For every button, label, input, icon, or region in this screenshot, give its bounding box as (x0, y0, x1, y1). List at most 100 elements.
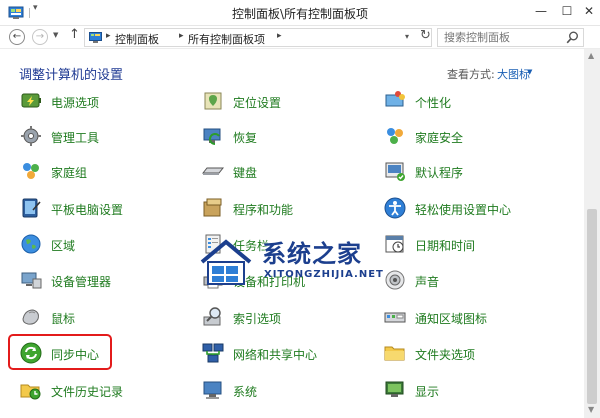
cp-item-mouse[interactable]: 鼠标 (19, 303, 199, 333)
search-icon[interactable] (566, 31, 579, 44)
item-label: 声音 (415, 275, 440, 289)
device-manager-icon (21, 272, 42, 289)
item-label: 定位设置 (233, 96, 282, 110)
item-label: 显示 (415, 385, 440, 399)
recent-locations-icon[interactable]: ▼ (53, 31, 58, 39)
cp-item-date-time[interactable]: 日期和时间 (383, 230, 563, 260)
family-safety-icon (387, 128, 403, 144)
up-button[interactable]: ↑ (69, 27, 80, 42)
cp-item-system[interactable]: 系统 (201, 376, 381, 406)
cp-item-default-programs[interactable]: 默认程序 (383, 157, 563, 187)
item-label: 日期和时间 (415, 239, 476, 253)
watermark-subtext: XITONGZHIJIA.NET (264, 269, 384, 280)
item-label: 恢复 (233, 131, 258, 145)
item-label: 电源选项 (51, 96, 100, 110)
cp-item-location-settings[interactable]: 定位设置 (201, 87, 381, 117)
ease-of-access-icon (384, 197, 406, 219)
file-history-icon (20, 384, 41, 400)
cp-item-network-sharing[interactable]: 网络和共享中心 (201, 339, 381, 369)
cp-item-power-options[interactable]: 电源选项 (19, 87, 199, 117)
item-label: 个性化 (415, 96, 452, 110)
cp-item-recovery[interactable]: 恢复 (201, 122, 381, 152)
cp-item-folder-options[interactable]: 文件夹选项 (383, 339, 563, 369)
watermark-logo-icon (200, 239, 252, 285)
notification-icons-icon (384, 312, 406, 323)
cp-item-keyboard[interactable]: 键盘 (201, 157, 381, 187)
breadcrumb-item-all-items[interactable]: 所有控制面板项 (188, 31, 265, 47)
cp-item-ease-of-access[interactable]: 轻松使用设置中心 (383, 194, 563, 224)
chevron-down-icon[interactable]: ▼ (527, 68, 532, 76)
refresh-icon[interactable]: ↻ (420, 28, 431, 43)
location-settings-icon (204, 92, 222, 110)
item-label: 文件夹选项 (415, 348, 476, 362)
network-sharing-icon (202, 343, 224, 363)
item-label: 系统 (233, 385, 258, 399)
item-label: 鼠标 (51, 312, 76, 326)
item-label: 文件历史记录 (51, 385, 124, 399)
control-panel-icon (89, 32, 102, 43)
close-button[interactable]: ✕ (575, 0, 600, 22)
item-label: 设备管理器 (51, 275, 112, 289)
content-area: 调整计算机的设置 查看方式: 大图标 ▼ 电源选项 管理工具 家庭组 平板电脑设… (0, 49, 600, 418)
recovery-icon (203, 128, 221, 145)
item-label: 区域 (51, 239, 76, 253)
item-label: 通知区域图标 (415, 312, 488, 326)
cp-item-notification-icons[interactable]: 通知区域图标 (383, 303, 563, 333)
item-label: 索引选项 (233, 312, 282, 326)
search-input[interactable] (438, 29, 563, 46)
view-by-label: 查看方式: (447, 68, 495, 81)
breadcrumb-chevron-icon[interactable]: ▸ (106, 31, 111, 41)
window-title: 控制面板\所有控制面板项 (231, 7, 369, 21)
cp-item-display[interactable]: 显示 (383, 376, 563, 406)
item-label: 键盘 (233, 166, 258, 180)
page-title: 调整计算机的设置 (19, 68, 124, 83)
watermark: 系统之家 XITONGZHIJIA.NET (198, 232, 398, 290)
cp-item-personalization[interactable]: 个性化 (383, 87, 563, 117)
personalization-icon (385, 91, 405, 107)
folder-options-icon (384, 346, 405, 361)
item-label: 家庭组 (51, 166, 88, 180)
address-dropdown-icon[interactable]: ▾ (405, 32, 409, 41)
item-label: 网络和共享中心 (233, 348, 318, 362)
search-box[interactable] (437, 28, 584, 47)
watermark-text: 系统之家 (262, 240, 362, 268)
title-bar: ▾ 控制面板\所有控制面板项 — ☐ ✕ (0, 0, 600, 26)
cp-item-file-history[interactable]: 文件历史记录 (19, 376, 199, 406)
cp-item-sound[interactable]: 声音 (383, 266, 563, 296)
region-icon (21, 234, 41, 254)
item-label: 管理工具 (51, 131, 100, 145)
breadcrumb-chevron-icon[interactable]: ▸ (277, 31, 282, 41)
mouse-icon (22, 309, 39, 325)
minimize-button[interactable]: — (527, 0, 555, 22)
cp-item-programs-features[interactable]: 程序和功能 (201, 194, 381, 224)
display-icon (385, 381, 404, 397)
indexing-options-icon (203, 307, 221, 326)
back-button[interactable]: ← (9, 29, 25, 45)
cp-item-tablet-settings[interactable]: 平板电脑设置 (19, 194, 199, 224)
cp-item-family-safety[interactable]: 家庭安全 (383, 122, 563, 152)
breadcrumb-chevron-icon[interactable]: ▸ (179, 31, 184, 41)
address-bar[interactable]: ▸ 控制面板 ▸ 所有控制面板项 ▸ (84, 28, 432, 47)
vertical-scrollbar[interactable]: ▲ ▼ (584, 49, 600, 418)
item-label: 平板电脑设置 (51, 203, 124, 217)
navigation-bar: ← → ▼ ↑ ▸ 控制面板 ▸ 所有控制面板项 ▸ ▾ ↻ (0, 26, 600, 48)
homegroup-icon (23, 163, 39, 179)
admin-tools-icon (21, 126, 41, 146)
cp-item-device-manager[interactable]: 设备管理器 (19, 266, 199, 296)
cp-item-region[interactable]: 区域 (19, 230, 199, 260)
scroll-up-icon[interactable]: ▲ (588, 51, 594, 60)
cp-item-indexing-options[interactable]: 索引选项 (201, 303, 381, 333)
cp-item-admin-tools[interactable]: 管理工具 (19, 122, 199, 152)
scroll-thumb[interactable] (587, 209, 597, 404)
scroll-down-icon[interactable]: ▼ (588, 405, 594, 414)
forward-button[interactable]: → (32, 29, 48, 45)
item-label: 程序和功能 (233, 203, 294, 217)
keyboard-icon (201, 167, 225, 175)
breadcrumb-item-control-panel[interactable]: 控制面板 (115, 31, 159, 47)
view-by-dropdown[interactable]: 大图标 (497, 66, 530, 82)
tablet-settings-icon (22, 198, 41, 218)
item-label: 家庭安全 (415, 131, 464, 145)
cp-item-homegroup[interactable]: 家庭组 (19, 157, 199, 187)
highlight-box (8, 334, 112, 370)
programs-features-icon (203, 198, 222, 217)
